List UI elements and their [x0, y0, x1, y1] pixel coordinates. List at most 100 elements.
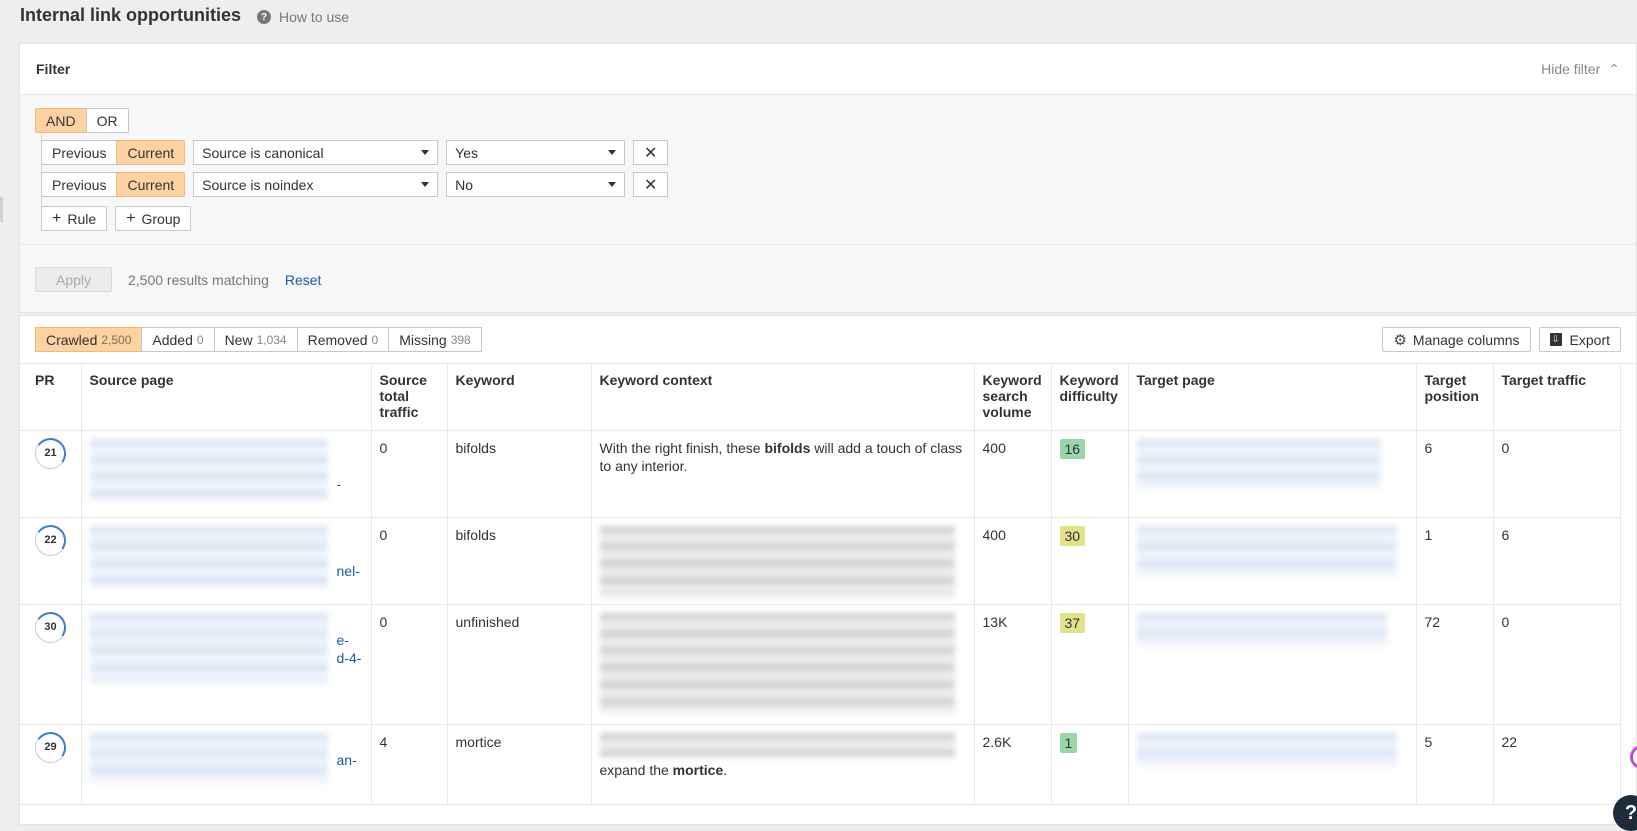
column-header[interactable]: Keyword: [447, 364, 592, 431]
toolbar-actions: ⚙ Manage columns ⇩ Export: [1374, 327, 1621, 352]
context-text: With the right finish, these: [599, 439, 765, 456]
target-page-cell[interactable]: [1128, 604, 1417, 725]
table-row: 30 e- d-4- 0 unfinished 13K 37 72 0: [20, 604, 1621, 725]
source-page-cell[interactable]: an-: [81, 724, 372, 805]
difficulty-cell: 16: [1051, 430, 1129, 518]
difficulty-cell: 37: [1051, 604, 1129, 725]
close-icon: ✕: [643, 144, 658, 162]
column-header[interactable]: Keyword search volume: [974, 364, 1052, 431]
tab-count: 398: [450, 332, 471, 347]
rule-value: No: [455, 176, 474, 193]
add-controls: + Rule + Group: [41, 206, 199, 231]
source-page-cell[interactable]: -: [81, 430, 372, 518]
source-traffic-cell: 4: [371, 724, 448, 805]
pr-badge: 21: [35, 437, 66, 469]
tab-crawled[interactable]: Crawled 2,500: [35, 327, 143, 352]
tab-count: 0: [196, 332, 204, 347]
tab-added[interactable]: Added 0: [141, 327, 215, 352]
pr-badge: 22: [35, 524, 66, 556]
period-toggle: Previous Current: [41, 172, 186, 197]
and-button[interactable]: AND: [35, 108, 87, 133]
manage-columns-button[interactable]: ⚙ Manage columns: [1382, 327, 1531, 352]
help-chat-button[interactable]: ?: [1613, 795, 1637, 831]
download-icon: ⇩: [1549, 333, 1562, 346]
keyword-context-cell: [591, 604, 975, 725]
target-position-cell: 1: [1416, 517, 1494, 605]
current-button[interactable]: Current: [116, 140, 186, 165]
source-page-cell[interactable]: e- d-4-: [81, 604, 372, 725]
table-row: 22 nel- 0 bifolds 400 30 1 6: [20, 517, 1621, 605]
source-url-fragment[interactable]: e- d-4-: [337, 631, 362, 667]
add-group-label: Group: [141, 210, 181, 227]
column-header[interactable]: Target position: [1416, 364, 1494, 431]
pr-badge: 30: [35, 611, 66, 643]
redacted-context: [599, 612, 955, 713]
keyword-cell: bifolds: [447, 517, 592, 605]
source-page-cell[interactable]: nel-: [81, 517, 372, 605]
source-url-fragment[interactable]: nel-: [337, 562, 360, 580]
export-label: Export: [1569, 331, 1610, 348]
add-group-button[interactable]: + Group: [115, 206, 192, 231]
target-page-cell[interactable]: [1128, 724, 1417, 805]
context-keyword: bifolds: [764, 439, 811, 456]
column-header[interactable]: Keyword context: [591, 364, 975, 431]
tab-label: New: [224, 331, 253, 348]
column-header[interactable]: Target traffic: [1493, 364, 1621, 431]
reset-link[interactable]: Reset: [285, 272, 322, 288]
previous-button[interactable]: Previous: [41, 172, 118, 197]
remove-rule-button[interactable]: ✕: [633, 172, 669, 197]
tab-count: 2,500: [101, 332, 132, 347]
rule-value-select[interactable]: Yes: [446, 140, 626, 165]
redacted-context: [599, 525, 955, 596]
keyword-cell: bifolds: [447, 430, 592, 518]
tab-new[interactable]: New 1,034: [213, 327, 298, 352]
target-page-cell[interactable]: [1128, 430, 1417, 518]
target-position-cell: 5: [1416, 724, 1494, 805]
export-button[interactable]: ⇩ Export: [1538, 327, 1621, 352]
keyword-context-cell: [591, 517, 975, 605]
rule-value: Yes: [455, 144, 478, 161]
remove-rule-button[interactable]: ✕: [633, 140, 669, 165]
plus-icon: +: [52, 209, 62, 227]
redacted-target-url: [1136, 438, 1381, 489]
rule-value-select[interactable]: No: [446, 172, 626, 197]
rule-field-select[interactable]: Source is canonical: [193, 140, 439, 165]
source-url-fragment[interactable]: an-: [337, 751, 357, 769]
pr-cell: 29: [20, 724, 82, 805]
source-traffic-cell: 0: [371, 430, 448, 518]
redacted-source-url: [89, 612, 328, 683]
source-url-fragment[interactable]: -: [337, 475, 342, 493]
column-header[interactable]: PR: [20, 364, 82, 431]
column-header[interactable]: Target page: [1128, 364, 1417, 431]
or-button[interactable]: OR: [85, 108, 129, 133]
kd-badge: 30: [1059, 525, 1086, 546]
current-button[interactable]: Current: [116, 172, 186, 197]
side-collapse-handle[interactable]: [0, 197, 3, 222]
target-traffic-cell: 0: [1493, 430, 1621, 518]
redacted-source-url: [89, 525, 328, 588]
tab-removed[interactable]: Removed 0: [296, 327, 390, 352]
status-tabs: Crawled 2,500 Added 0 New 1,034 Removed 0 Mi…: [35, 327, 482, 352]
close-icon: ✕: [643, 176, 658, 194]
how-to-use-link[interactable]: ? How to use: [257, 9, 349, 25]
rule-field-value: Source is noindex: [202, 176, 314, 193]
tab-label: Crawled: [46, 331, 98, 348]
filter-rule: Previous Current Source is canonical Yes…: [41, 140, 669, 165]
rule-field-value: Source is canonical: [202, 144, 324, 161]
column-header[interactable]: Keyword difficulty: [1051, 364, 1129, 431]
tab-missing[interactable]: Missing 398: [388, 327, 482, 352]
column-header[interactable]: Source page: [81, 364, 372, 431]
difficulty-cell: 30: [1051, 517, 1129, 605]
add-rule-button[interactable]: + Rule: [41, 206, 108, 231]
filter-header: Filter Hide filter ⌃: [20, 44, 1636, 95]
caret-down-icon: [421, 182, 430, 187]
table-header-row: PR Source page Source total traffic Keyw…: [20, 364, 1621, 431]
table-row: 21 - 0 bifolds With the right finish, th…: [20, 430, 1621, 518]
previous-button[interactable]: Previous: [41, 140, 118, 165]
apply-button[interactable]: Apply: [35, 267, 112, 292]
tab-label: Missing: [399, 331, 447, 348]
hide-filter-button[interactable]: Hide filter ⌃: [1541, 61, 1620, 78]
target-page-cell[interactable]: [1128, 517, 1417, 605]
column-header[interactable]: Source total traffic: [371, 364, 448, 431]
rule-field-select[interactable]: Source is noindex: [193, 172, 439, 197]
